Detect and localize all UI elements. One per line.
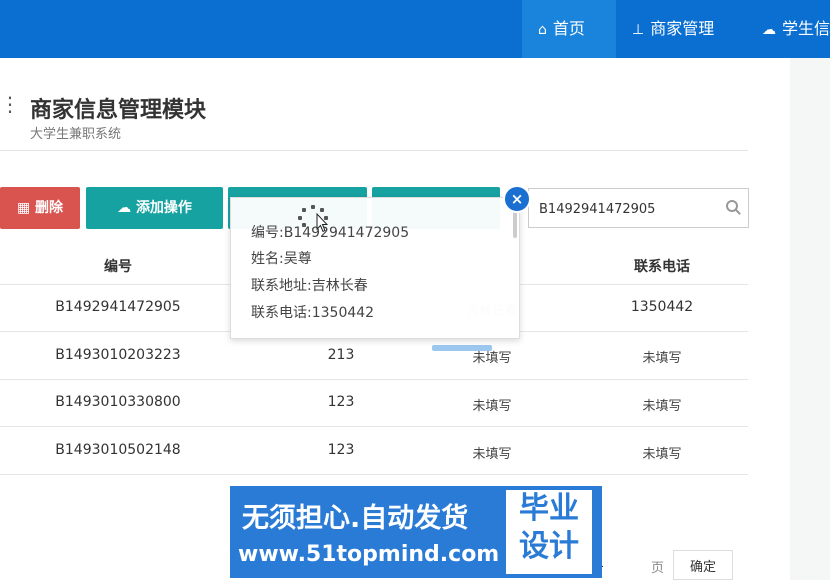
search-box — [528, 188, 749, 229]
popup-name: 姓名:吴尊 — [251, 251, 312, 267]
close-popup-button[interactable]: × — [503, 185, 531, 213]
confirm-button[interactable]: 确定 — [673, 550, 733, 580]
cloud-upload-icon: ☁ — [117, 200, 136, 216]
watermark-banner: 无须担心.自动发货 www.51topmind.com 毕业 设计 — [230, 486, 602, 578]
add-label: 添加操作 — [135, 200, 192, 216]
top-navbar: ⌂ 首页 ⊥ 商家管理 ☁ 学生信 — [0, 0, 830, 58]
cell-phone: 未填写 — [642, 351, 682, 366]
popup-phone: 联系电话:1350442 — [251, 305, 375, 321]
loading-bar — [432, 345, 492, 351]
delete-button[interactable]: ▦ 删除 — [0, 187, 80, 229]
page-number-input[interactable]: 1 — [596, 549, 636, 579]
cell-id: B1493010502148 — [55, 442, 181, 458]
header-id: 编号 — [104, 259, 132, 275]
search-icon[interactable] — [726, 200, 738, 212]
row-divider — [0, 379, 748, 380]
home-icon: ⌂ — [538, 22, 547, 38]
nav-merchant-label: 商家管理 — [650, 19, 715, 38]
page-subtitle: 大学生兼职系统 — [30, 127, 122, 142]
cell-phone: 未填写 — [642, 447, 682, 462]
cell-address: 未填写 — [472, 447, 512, 462]
cloud-icon: ☁ — [762, 22, 776, 38]
watermark-badge-bottom: 设计 — [519, 529, 579, 564]
cell-phone: 1350442 — [630, 299, 694, 315]
cell-value: 213 — [327, 347, 355, 363]
module-icon: ⋮ — [0, 92, 20, 132]
cell-value: 123 — [327, 442, 355, 458]
header-divider — [0, 150, 748, 151]
page-unit-label: 页 — [651, 561, 665, 576]
nav-home[interactable]: ⌂ 首页 — [522, 0, 616, 58]
watermark-url: www.51topmind.com — [238, 542, 500, 567]
sitemap-icon: ⊥ — [632, 22, 645, 38]
page-title: 商家信息管理模块 — [30, 98, 207, 123]
nav-home-label: 首页 — [552, 19, 585, 38]
cell-id: B1492941472905 — [55, 299, 181, 315]
watermark-badge: 毕业 设计 — [506, 490, 592, 574]
nav-student[interactable]: ☁ 学生信 — [746, 0, 830, 58]
cell-address: 未填写 — [472, 399, 512, 414]
cell-phone: 未填写 — [642, 399, 682, 414]
cell-id: B1493010330800 — [55, 394, 181, 410]
nav-student-label: 学生信 — [782, 19, 830, 38]
watermark-slogan: 无须担心.自动发货 — [242, 503, 469, 534]
cell-value: 123 — [327, 394, 355, 410]
popup-address: 联系地址:吉林长春 — [251, 278, 368, 294]
nav-merchant[interactable]: ⊥ 商家管理 — [616, 0, 746, 58]
detail-popup: 编号:B1492941472905 姓名:吴尊 联系地址:吉林长春 联系电话:1… — [230, 197, 520, 339]
delete-label: 删除 — [35, 200, 64, 216]
header-phone: 联系电话 — [634, 259, 690, 275]
row-divider — [0, 426, 748, 427]
cell-id: B1493010203223 — [55, 347, 181, 363]
search-input[interactable] — [537, 189, 721, 229]
mouse-cursor-icon — [316, 213, 328, 233]
watermark-badge-top: 毕业 — [519, 491, 579, 526]
add-button[interactable]: ☁ 添加操作 — [86, 187, 223, 229]
trash-icon: ▦ — [16, 200, 36, 216]
popup-id: 编号:B1492941472905 — [251, 225, 410, 241]
row-divider — [0, 474, 748, 475]
